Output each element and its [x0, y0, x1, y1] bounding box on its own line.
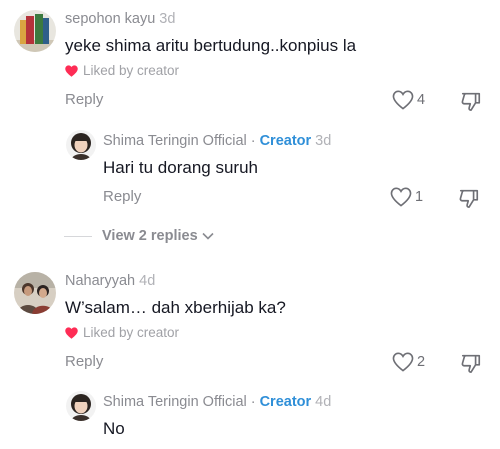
like-button[interactable]: 2 [392, 352, 425, 372]
avatar[interactable] [14, 272, 56, 314]
view-replies-label: View 2 replies [102, 228, 198, 244]
separator-dot: · [250, 133, 256, 149]
thumbs-down-icon [459, 189, 479, 208]
view-replies-button[interactable]: View 2 replies [64, 228, 214, 244]
liked-by-creator: Liked by creator [65, 325, 179, 340]
reply-time: 4d [315, 394, 332, 410]
comment-username[interactable]: Naharyyah [65, 273, 135, 289]
heart-outline-icon [392, 90, 414, 110]
like-count: 2 [417, 354, 426, 370]
liked-by-label: Liked by creator [83, 325, 180, 340]
dislike-button[interactable] [458, 187, 480, 214]
liked-by-label: Liked by creator [83, 63, 180, 78]
comment-time: 4d [139, 273, 156, 289]
reply-username[interactable]: Shima Teringin Official [103, 394, 247, 410]
reply-username[interactable]: Shima Teringin Official [103, 133, 247, 149]
creator-badge: Creator [259, 133, 312, 149]
reply-text: No [103, 419, 125, 438]
comment-username-line: sepohon kayu 3d [65, 11, 175, 27]
comment-text: W’salam… dah xberhijab ka? [65, 298, 286, 317]
comment-username[interactable]: sepohon kayu [65, 11, 155, 27]
divider-line [64, 235, 92, 237]
separator-dot: · [250, 394, 256, 410]
liked-by-creator: Liked by creator [65, 63, 179, 78]
like-button[interactable]: 1 [390, 187, 423, 207]
heart-outline-icon [390, 187, 412, 207]
reply-text: Hari tu dorang suruh [103, 158, 258, 177]
avatar[interactable] [14, 10, 56, 52]
heart-filled-icon [65, 326, 78, 339]
comment-time: 3d [159, 11, 176, 27]
like-count: 1 [415, 189, 424, 205]
thumbs-down-icon [461, 354, 481, 373]
reply-button[interactable]: Reply [65, 353, 103, 370]
comment-text: yeke shima aritu bertudung..konpius la [65, 36, 357, 55]
dislike-button[interactable] [460, 90, 482, 117]
reply-username-line: Shima Teringin Official · Creator 3d [103, 133, 331, 149]
creator-badge: Creator [259, 394, 312, 410]
heart-outline-icon [392, 352, 414, 372]
like-button[interactable]: 4 [392, 90, 425, 110]
avatar[interactable] [66, 130, 96, 160]
reply-time: 3d [315, 133, 332, 149]
like-count: 4 [417, 92, 426, 108]
reply-button[interactable]: Reply [103, 188, 141, 205]
comment-username-line: Naharyyah 4d [65, 273, 155, 289]
reply-button[interactable]: Reply [65, 91, 103, 108]
avatar[interactable] [66, 391, 96, 421]
dislike-button[interactable] [460, 352, 482, 379]
heart-filled-icon [65, 64, 78, 77]
chevron-down-icon [202, 232, 214, 240]
reply-username-line: Shima Teringin Official · Creator 4d [103, 394, 331, 410]
thumbs-down-icon [461, 92, 481, 111]
